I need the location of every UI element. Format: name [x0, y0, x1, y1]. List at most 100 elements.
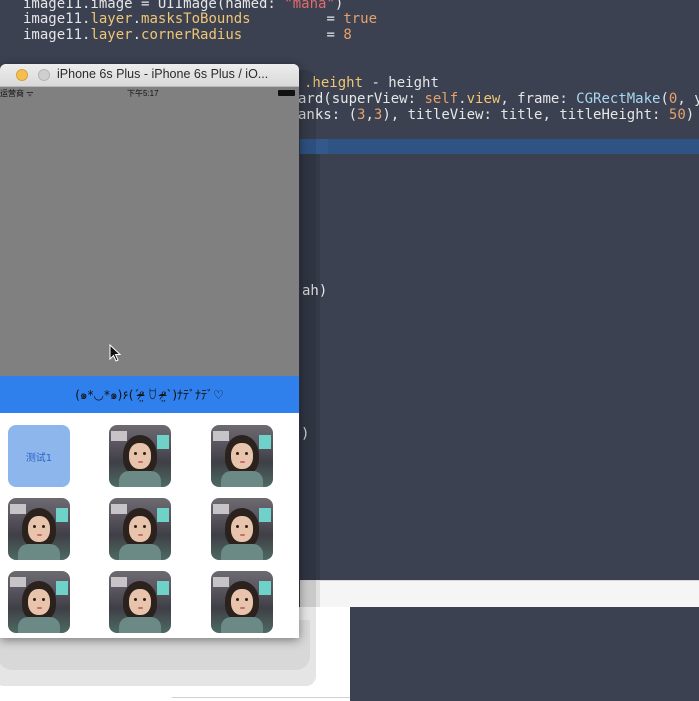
photo-screen-r: [157, 435, 169, 449]
debug-divider: [172, 697, 350, 698]
battery-icon: [278, 90, 295, 96]
content-view: [0, 100, 299, 376]
photo-tile[interactable]: [211, 425, 273, 487]
photo-eye2: [245, 598, 248, 601]
photo-screen-l: [111, 504, 127, 514]
photo-mouth: [37, 534, 42, 536]
photo-eye1: [134, 598, 137, 601]
simulator-window[interactable]: iPhone 6s Plus - iPhone 6s Plus / iO... …: [0, 64, 299, 638]
photo-eye1: [134, 452, 137, 455]
code-token: cornerRadius: [141, 27, 243, 43]
photo-mouth: [138, 461, 143, 463]
code-token: - height: [363, 75, 439, 91]
photo-tile[interactable]: [109, 498, 171, 560]
debug-area-bar: [300, 580, 699, 608]
photo-eye2: [143, 598, 146, 601]
photo-screen-r: [259, 435, 271, 449]
photo-eye2: [143, 525, 146, 528]
photo-screen-r: [157, 508, 169, 522]
photo-body: [18, 544, 60, 560]
mouse-pointer-icon: [109, 344, 121, 362]
photo-screen-l: [10, 504, 26, 514]
title-view-label: (๑*◡*๑)۶(ˊᵒ̴̶̷̤ ꇴ ᵒ̴̶̷̤ˋ)ﾅﾃﾞﾅﾃﾞ♡: [75, 388, 224, 402]
status-time: 下午5:17: [127, 89, 159, 98]
photo-mouth: [240, 461, 245, 463]
code-token: =: [242, 27, 344, 43]
code-token: self: [424, 91, 459, 107]
photo-tile[interactable]: [8, 571, 70, 633]
code-token: image11.: [23, 27, 91, 43]
test1-button-label: 测试1: [25, 453, 53, 464]
photo-body: [221, 471, 263, 487]
photo-tile[interactable]: [109, 571, 171, 633]
code-token: ), titleView: title, titleHeight:: [382, 107, 669, 123]
photo-screen-l: [213, 431, 229, 441]
photo-body: [221, 544, 263, 560]
code-token: ard(superView:: [298, 91, 425, 107]
code-line-6[interactable]: anks: (3,3), titleView: title, titleHeig…: [298, 107, 694, 123]
photo-tile[interactable]: [211, 498, 273, 560]
photo-eye1: [33, 525, 36, 528]
photo-eye2: [245, 452, 248, 455]
code-token: 8: [343, 27, 352, 43]
code-line-4[interactable]: .height - height: [304, 75, 439, 91]
minimize-button[interactable]: [16, 69, 28, 81]
zoom-button[interactable]: [38, 69, 50, 81]
photo-screen-l: [111, 431, 127, 441]
code-token: layer: [90, 11, 133, 27]
photo-eye1: [236, 452, 239, 455]
photo-face: [129, 589, 151, 615]
title-view: (๑*◡*๑)۶(ˊᵒ̴̶̷̤ ꇴ ᵒ̴̶̷̤ˋ)ﾅﾃﾞﾅﾃﾞ♡: [0, 376, 299, 413]
code-token: 50: [668, 107, 686, 123]
photo-face: [231, 516, 253, 542]
code-token: .: [132, 27, 142, 43]
photo-face: [28, 589, 50, 615]
photo-mouth: [138, 607, 143, 609]
photo-screen-r: [259, 508, 271, 522]
photo-mouth: [240, 534, 245, 536]
photo-face: [231, 589, 253, 615]
code-token: view: [466, 91, 501, 107]
photo-tile[interactable]: [8, 498, 70, 560]
photo-tile[interactable]: [211, 571, 273, 633]
code-line-2[interactable]: image11.layer.masksToBounds = true: [23, 11, 377, 27]
photo-screen-r: [157, 581, 169, 595]
photo-body: [119, 544, 161, 560]
photo-screen-r: [56, 581, 68, 595]
photo-eye1: [236, 598, 239, 601]
photo-screen-r: [56, 508, 68, 522]
photo-eye1: [236, 525, 239, 528]
code-line-5[interactable]: ard(superView: self.view, frame: CGRectM…: [298, 91, 699, 107]
photo-screen-l: [111, 577, 127, 587]
ios-status-bar: 运营商 ᯤ 下午5:17: [0, 87, 299, 100]
photo-body: [18, 617, 60, 633]
code-token: layer: [90, 27, 133, 43]
photo-eye2: [42, 525, 45, 528]
photo-screen-r: [259, 581, 271, 595]
photo-screen-l: [213, 504, 229, 514]
test1-button[interactable]: 测试1: [8, 425, 70, 487]
photo-mouth: [240, 607, 245, 609]
photo-screen-l: [213, 577, 229, 587]
code-token: ): [685, 107, 695, 123]
code-token: ,: [365, 107, 374, 123]
code-line-3[interactable]: image11.layer.cornerRadius = 8: [23, 27, 352, 43]
photo-mouth: [37, 607, 42, 609]
photo-eye2: [245, 525, 248, 528]
photo-face: [129, 516, 151, 542]
simulator-titlebar[interactable]: iPhone 6s Plus - iPhone 6s Plus / iO...: [0, 64, 299, 87]
photo-face: [129, 443, 151, 469]
photo-body: [221, 617, 263, 633]
photo-eye2: [143, 452, 146, 455]
photo-face: [231, 443, 253, 469]
simulator-window-title: iPhone 6s Plus - iPhone 6s Plus / iO...: [57, 67, 269, 81]
photo-eye2: [42, 598, 45, 601]
code-token: .: [458, 91, 467, 107]
code-token: , frame:: [500, 91, 577, 107]
device-screen[interactable]: 运营商 ᯤ 下午5:17 (๑*◡*๑)۶(ˊᵒ̴̶̷̤ ꇴ ᵒ̴̶̷̤ˋ)ﾅﾃ…: [0, 87, 299, 638]
carrier-label: 运营商 ᯤ: [0, 89, 34, 98]
photo-body: [119, 471, 161, 487]
photo-tile[interactable]: [109, 425, 171, 487]
photo-body: [119, 617, 161, 633]
photo-screen-l: [10, 577, 26, 587]
